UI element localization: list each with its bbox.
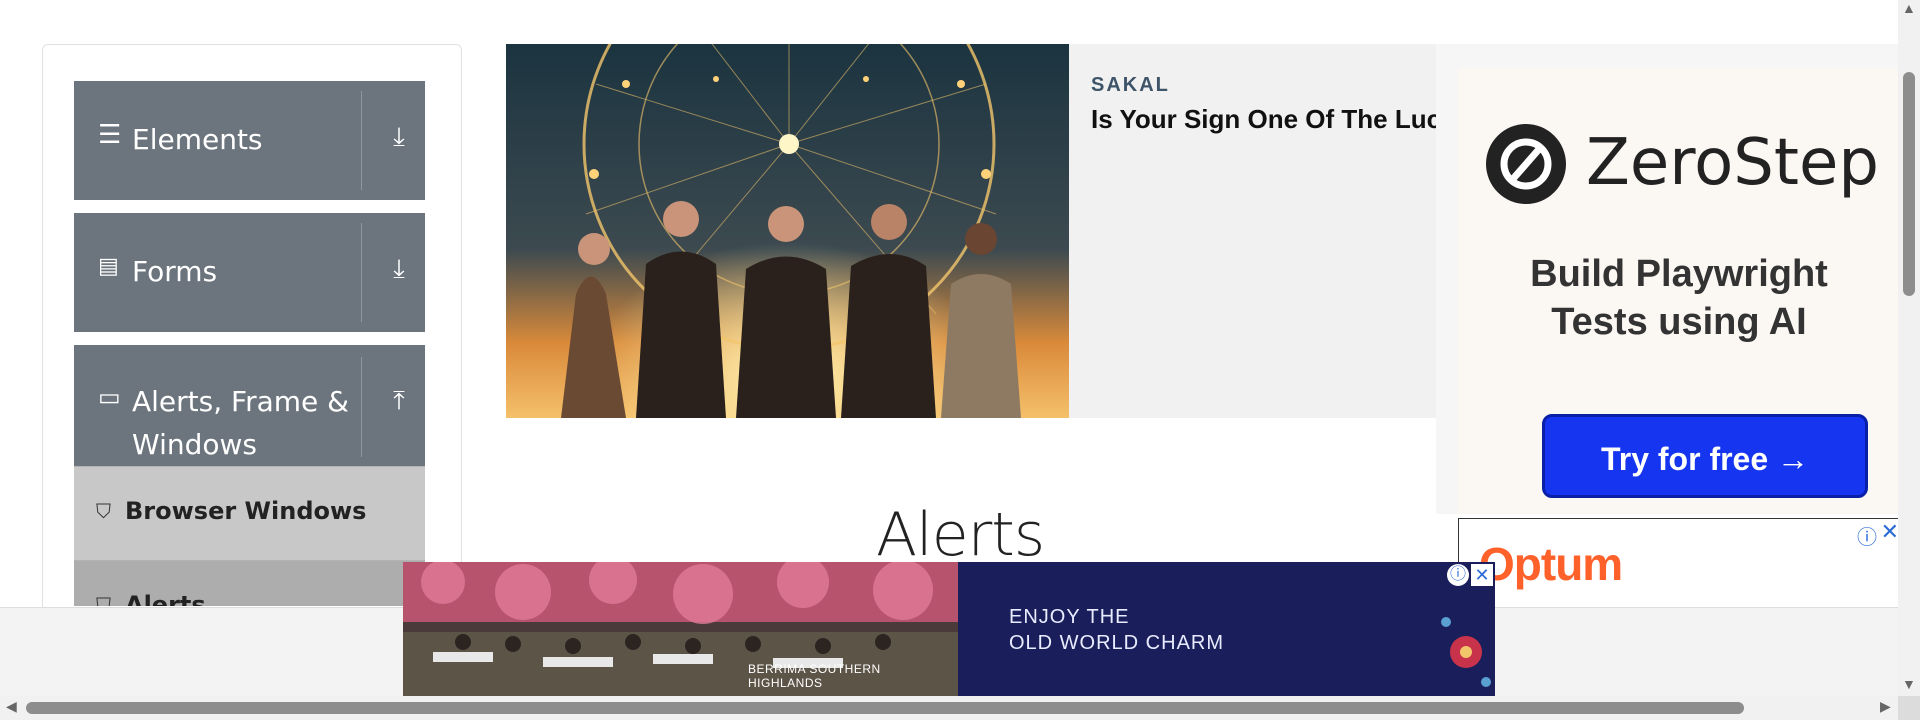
scroll-right-icon[interactable]: ▶ — [1880, 698, 1891, 715]
zerostep-ad[interactable]: ZeroStep Build Playwright Tests using AI… — [1436, 44, 1900, 514]
zerostep-logo-icon — [1486, 124, 1566, 204]
bottom-ad-line2: OLD WORLD CHARM — [1009, 632, 1225, 654]
bottom-ad-text: ENJOY THE OLD WORLD CHARM — [1009, 604, 1224, 656]
upload-icon[interactable]: ⤒ — [374, 385, 424, 417]
window-icon: ▭ — [98, 384, 121, 411]
hamburger-icon: ☰ — [98, 119, 122, 149]
flower-decoration-icon — [1438, 602, 1495, 696]
zodiac-people-image — [506, 44, 1069, 418]
group-label-line2: Windows — [132, 428, 257, 461]
scroll-up-icon[interactable]: ▲ — [1902, 0, 1916, 16]
scrollbar-corner — [1898, 696, 1920, 720]
news-ad[interactable]: SAKAL Is Your Sign One Of The Luckiest? — [506, 44, 1515, 418]
scroll-down-icon[interactable]: ▼ — [1902, 676, 1916, 692]
group-label: Elements — [132, 123, 263, 156]
download-icon[interactable]: ⤓ — [374, 121, 424, 153]
zerostep-headline: Build Playwright Tests using AI — [1458, 250, 1900, 346]
horizontal-scrollbar[interactable]: ◀ ▶ — [0, 696, 1898, 720]
sidebar-group-alerts-frame-windows[interactable]: ▭ Alerts, Frame & Windows ⤒ — [74, 345, 425, 467]
group-label: Forms — [132, 255, 218, 288]
document-icon: ▤ — [98, 253, 119, 278]
zerostep-headline-line2: Tests using AI — [1551, 301, 1807, 343]
sidebar-item-alerts[interactable]: ⛉ Alerts — [74, 560, 425, 606]
optum-brand: Optum — [1479, 538, 1623, 590]
sidebar-group-elements[interactable]: ☰ Elements ⤓ — [74, 81, 425, 200]
sidebar-group-forms[interactable]: ▤ Forms ⤓ — [74, 213, 425, 332]
garden-photo: BERRIMA SOUTHERN HIGHLANDS — [403, 562, 958, 696]
news-source: SAKAL — [1091, 74, 1170, 96]
sidebar-item-label: Browser Windows — [125, 497, 367, 525]
vertical-scroll-thumb[interactable] — [1903, 72, 1915, 296]
ad-close-icon[interactable]: ✕ — [1881, 519, 1899, 545]
try-for-free-button[interactable]: Try for free → — [1542, 414, 1868, 498]
divider — [361, 223, 362, 322]
ad-info-icon[interactable]: ⓘ — [1857, 521, 1877, 550]
horizontal-scroll-thumb[interactable] — [26, 702, 1744, 714]
bottom-ad-caption: BERRIMA SOUTHERN HIGHLANDS — [748, 662, 881, 690]
divider — [361, 357, 362, 457]
ad-info-icon[interactable]: ⓘ — [1447, 564, 1469, 586]
sidebar-item-browser-windows[interactable]: ⛉ Browser Windows — [74, 466, 425, 560]
vertical-scrollbar[interactable]: ▲ ▼ — [1898, 0, 1920, 696]
divider — [361, 91, 362, 190]
ad-close-icon[interactable]: ✕ — [1471, 564, 1493, 586]
scroll-left-icon[interactable]: ◀ — [6, 698, 17, 715]
group-label: Alerts, Frame & — [132, 385, 350, 418]
bottom-ad-line1: ENJOY THE — [1009, 606, 1130, 628]
page-title: Alerts — [876, 500, 1045, 570]
zerostep-headline-line1: Build Playwright — [1530, 253, 1828, 295]
html5-icon: ⛉ — [96, 501, 111, 523]
sidebar-item-label: Alerts — [125, 591, 206, 606]
zerostep-ad-panel: ZeroStep Build Playwright Tests using AI… — [1458, 68, 1900, 514]
bottom-ad[interactable]: BERRIMA SOUTHERN HIGHLANDS ENJOY THE OLD… — [403, 562, 1495, 696]
html5-icon: ⛉ — [96, 595, 111, 606]
zerostep-brand: ZeroStep — [1586, 126, 1879, 200]
download-icon[interactable]: ⤓ — [374, 253, 424, 285]
optum-ad[interactable]: Optum ⓘ ✕ — [1458, 518, 1902, 609]
